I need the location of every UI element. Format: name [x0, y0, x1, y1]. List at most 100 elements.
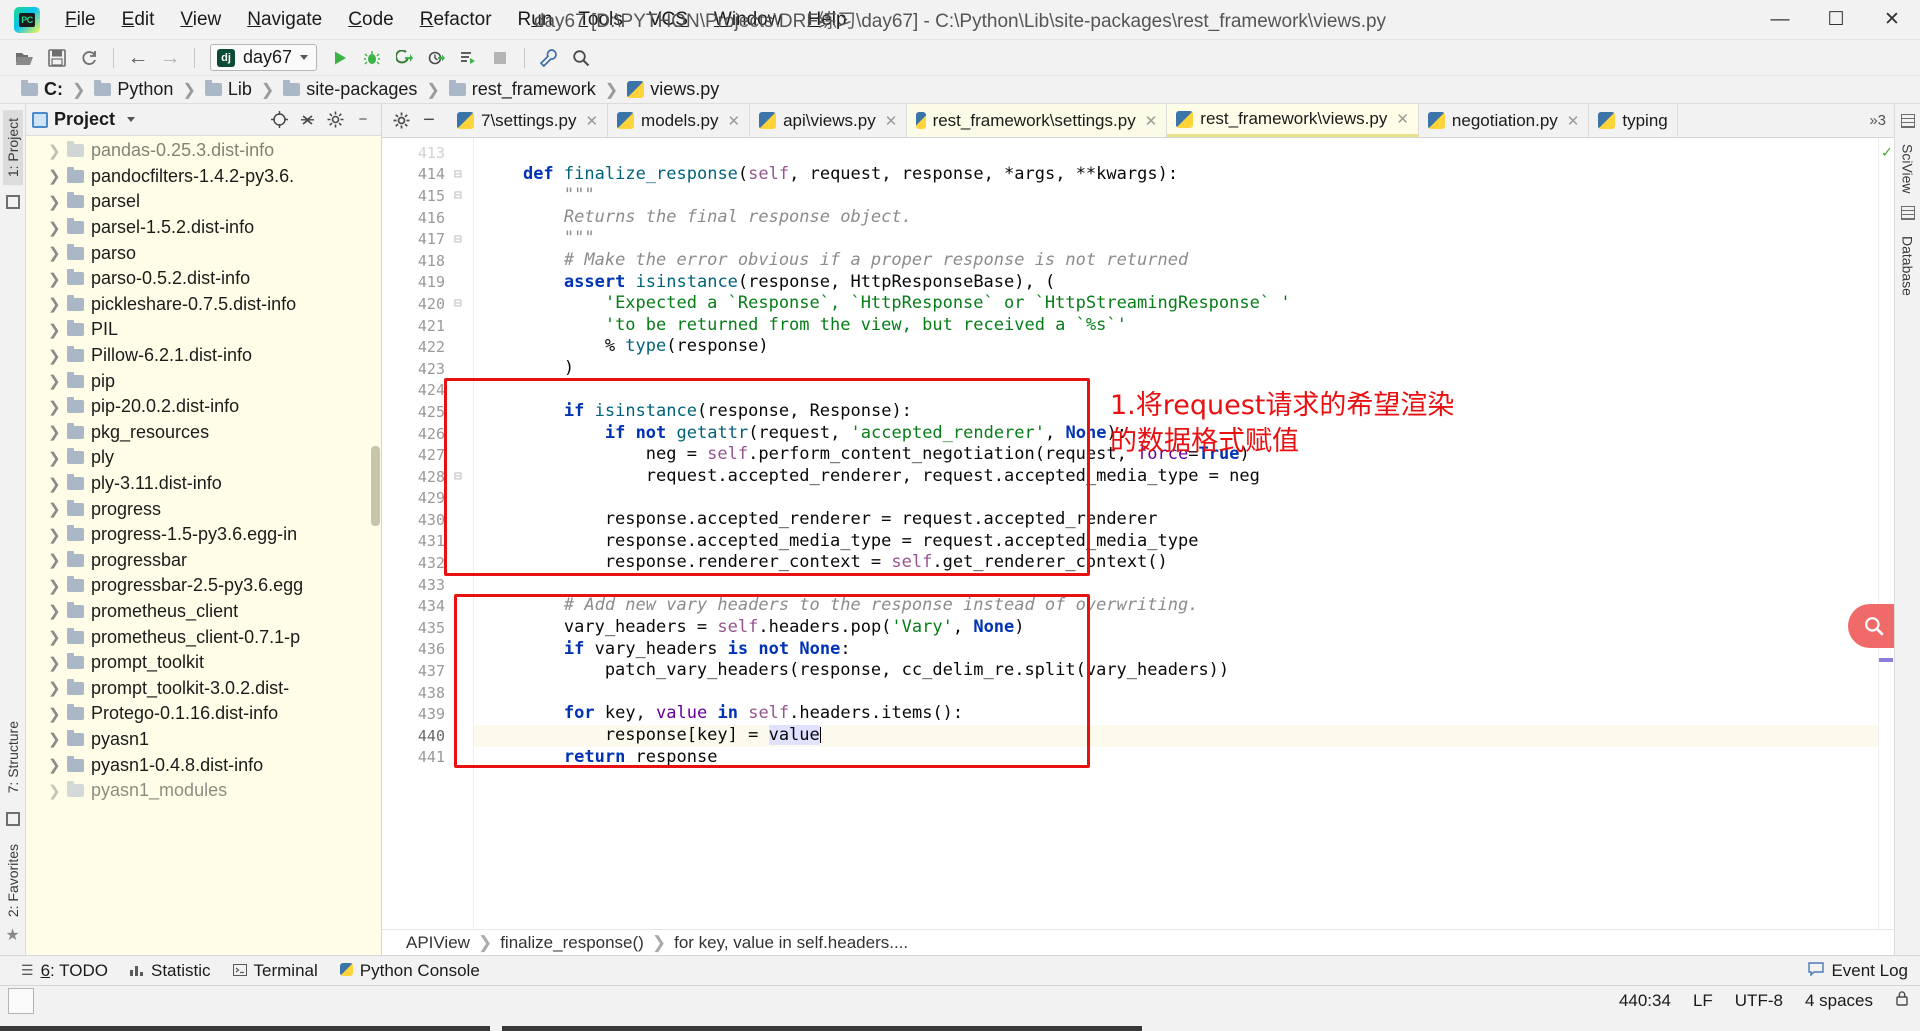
- tree-item-25[interactable]: ❯ pyasn1_modules: [26, 778, 381, 804]
- editor-tab-2[interactable]: api\views.py ✕: [750, 104, 908, 137]
- chevron-right-icon[interactable]: ❯: [48, 500, 61, 518]
- code-line[interactable]: # Make the error obvious if a proper res…: [474, 250, 1878, 272]
- chevron-right-icon[interactable]: ❯: [48, 730, 61, 748]
- menu-item-view[interactable]: View: [167, 5, 234, 35]
- chevron-right-icon[interactable]: ❯: [48, 398, 61, 416]
- tree-item-21[interactable]: ❯ prompt_toolkit-3.0.2.dist-: [26, 675, 381, 701]
- close-icon[interactable]: ✕: [1567, 112, 1580, 130]
- code-line[interactable]: """: [474, 228, 1878, 250]
- indent-setting[interactable]: 4 spaces: [1794, 991, 1884, 1011]
- collapse-all-icon[interactable]: [295, 108, 319, 132]
- code-line[interactable]: response[key] = value: [474, 725, 1878, 747]
- code-fold-icon[interactable]: ⊟: [454, 189, 467, 202]
- code-line[interactable]: for key, value in self.headers.items():: [474, 703, 1878, 725]
- sync-icon[interactable]: [74, 44, 104, 72]
- breadcrumb-item-2[interactable]: Lib: [200, 77, 257, 102]
- chevron-right-icon[interactable]: ❯: [48, 142, 61, 160]
- tree-item-5[interactable]: ❯ parso-0.5.2.dist-info: [26, 266, 381, 292]
- run-configuration-selector[interactable]: dj day67: [210, 44, 318, 71]
- line-number[interactable]: 423: [382, 358, 473, 380]
- tree-item-14[interactable]: ❯ progress: [26, 496, 381, 522]
- chevron-right-icon[interactable]: ❯: [48, 526, 61, 544]
- chevron-right-icon[interactable]: ❯: [48, 347, 61, 365]
- chevron-right-icon[interactable]: ❯: [48, 628, 61, 646]
- gear-icon[interactable]: [323, 108, 347, 132]
- code-editor[interactable]: 413 414 ⊟ 415 ⊟ 416 417 ⊟ 418 419 420 ⊟ 421 422 423 424…: [382, 138, 1894, 929]
- code-crumb-0[interactable]: APIView: [406, 933, 470, 953]
- code-line[interactable]: Returns the final response object.: [474, 207, 1878, 229]
- maximize-button[interactable]: ☐: [1808, 0, 1864, 39]
- stop-button[interactable]: [485, 44, 515, 72]
- code-fold-icon[interactable]: ⊟: [454, 297, 467, 310]
- line-number[interactable]: 425: [382, 401, 473, 423]
- tool-window-statistic[interactable]: Statistic: [119, 958, 222, 984]
- editor-tab-6[interactable]: typing: [1589, 104, 1678, 137]
- code-line[interactable]: [474, 142, 1878, 164]
- save-icon[interactable]: [42, 44, 72, 72]
- line-number[interactable]: 430: [382, 509, 473, 531]
- menu-item-window[interactable]: Window: [701, 5, 795, 35]
- tree-item-16[interactable]: ❯ progressbar: [26, 548, 381, 574]
- tree-item-24[interactable]: ❯ pyasn1-0.4.8.dist-info: [26, 752, 381, 778]
- tool-window-todo[interactable]: ☰ 6: TODO: [10, 958, 119, 984]
- line-number[interactable]: 440: [382, 725, 473, 747]
- menu-item-edit[interactable]: Edit: [109, 5, 168, 35]
- chevron-right-icon[interactable]: ❯: [48, 372, 61, 390]
- line-number[interactable]: 435: [382, 617, 473, 639]
- line-number[interactable]: 434: [382, 595, 473, 617]
- code-line[interactable]: 'to be returned from the view, but recei…: [474, 315, 1878, 337]
- editor-tab-4[interactable]: rest_framework\views.py ✕: [1167, 104, 1419, 137]
- tool-window-python-console[interactable]: Python Console: [329, 958, 491, 984]
- minimize-button[interactable]: —: [1752, 0, 1808, 39]
- breadcrumb-item-0[interactable]: C:: [16, 77, 68, 102]
- tree-item-3[interactable]: ❯ parsel-1.5.2.dist-info: [26, 215, 381, 241]
- close-icon[interactable]: ✕: [1396, 110, 1409, 128]
- close-icon[interactable]: ✕: [1145, 112, 1158, 130]
- code-line[interactable]: [474, 488, 1878, 510]
- tool-window-terminal[interactable]: Terminal: [222, 958, 329, 984]
- tree-item-17[interactable]: ❯ progressbar-2.5-py3.6.egg: [26, 573, 381, 599]
- code-line[interactable]: """: [474, 185, 1878, 207]
- run-button[interactable]: [325, 44, 355, 72]
- tree-item-9[interactable]: ❯ pip: [26, 368, 381, 394]
- close-button[interactable]: ✕: [1864, 0, 1920, 39]
- favorites-star-icon[interactable]: ★: [5, 925, 19, 945]
- tree-item-1[interactable]: ❯ pandocfilters-1.4.2-py3.6.: [26, 164, 381, 190]
- breadcrumb-item-5[interactable]: views.py: [622, 77, 724, 102]
- line-number[interactable]: 426: [382, 423, 473, 445]
- tab-overflow-indicator[interactable]: »3: [1861, 104, 1894, 137]
- tree-item-12[interactable]: ❯ ply: [26, 445, 381, 471]
- tree-item-19[interactable]: ❯ prometheus_client-0.7.1-p: [26, 624, 381, 650]
- line-number[interactable]: 416: [382, 207, 473, 229]
- line-number[interactable]: 437: [382, 660, 473, 682]
- chevron-right-icon[interactable]: ❯: [48, 551, 61, 569]
- code-line[interactable]: [474, 682, 1878, 704]
- line-number[interactable]: 432: [382, 552, 473, 574]
- line-separator[interactable]: LF: [1682, 991, 1724, 1011]
- line-number[interactable]: 420 ⊟: [382, 293, 473, 315]
- chevron-right-icon[interactable]: ❯: [48, 295, 61, 313]
- menu-item-file[interactable]: File: [52, 5, 109, 35]
- code-line[interactable]: response.accepted_renderer = request.acc…: [474, 509, 1878, 531]
- caret-position[interactable]: 440:34: [1608, 991, 1682, 1011]
- code-line[interactable]: response.accepted_media_type = request.a…: [474, 531, 1878, 553]
- line-number[interactable]: 414 ⊟: [382, 164, 473, 186]
- line-number[interactable]: 413: [382, 142, 473, 164]
- tree-item-6[interactable]: ❯ pickleshare-0.7.5.dist-info: [26, 292, 381, 318]
- tree-item-15[interactable]: ❯ progress-1.5-py3.6.egg-in: [26, 522, 381, 548]
- gear-icon[interactable]: [388, 108, 414, 134]
- line-number[interactable]: 439: [382, 703, 473, 725]
- code-line[interactable]: % type(response): [474, 336, 1878, 358]
- code-line[interactable]: [474, 574, 1878, 596]
- breadcrumb-item-3[interactable]: site-packages: [278, 77, 422, 102]
- line-number[interactable]: 429: [382, 488, 473, 510]
- minimize-panel-icon[interactable]: −: [351, 108, 375, 132]
- editor-tab-3[interactable]: rest_framework\settings.py ✕: [907, 104, 1168, 137]
- code-line[interactable]: return response: [474, 747, 1878, 769]
- code-line[interactable]: def finalize_response(self, request, res…: [474, 164, 1878, 186]
- chevron-right-icon[interactable]: ❯: [48, 679, 61, 697]
- run-with-console-button[interactable]: [453, 44, 483, 72]
- code-fold-icon[interactable]: ⊟: [454, 233, 467, 246]
- line-number[interactable]: 421: [382, 315, 473, 337]
- tree-scrollbar[interactable]: [371, 446, 380, 526]
